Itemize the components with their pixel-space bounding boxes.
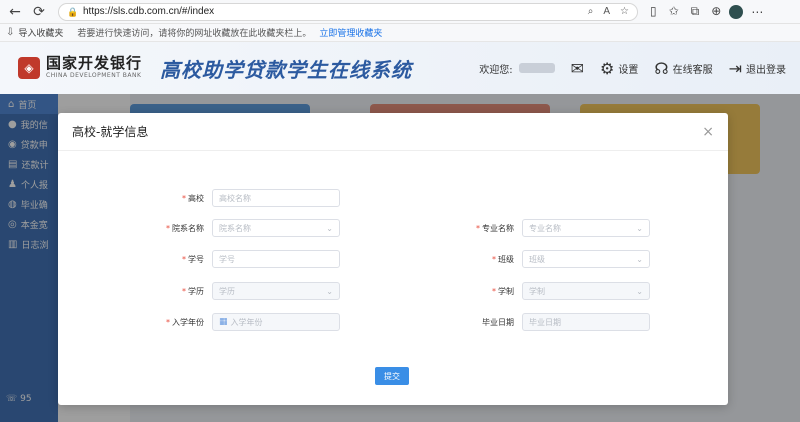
wechat-icon [515,375,533,393]
address-bar[interactable]: 🔒 https://sls.cdb.com.cn/#/index ⌕ A ☆ [58,2,638,21]
bank-name-cn: 国家开发银行 [46,54,143,73]
school-input[interactable]: 高校名称 [212,189,340,207]
favorites-icon[interactable]: ✩ [669,4,679,19]
chevron-down-icon: ⌄ [326,286,333,296]
class-select[interactable]: 班级 ⌄ [522,250,650,268]
major-label: * 专业名称 [476,223,514,233]
logout-button[interactable]: ⇥ 退出登录 [729,59,786,78]
watermark-line1: 公众号 · 洛阳市教育局 [539,376,699,395]
collections-icon[interactable]: ⧉ [691,4,700,19]
logout-label: 退出登录 [746,64,786,76]
chevron-down-icon: ⌄ [326,223,333,233]
favorite-star-icon[interactable]: ☆ [620,6,629,17]
browser-toolbar: ← ⟳ 🔒 https://sls.cdb.com.cn/#/index ⌕ A… [0,0,800,24]
watermark: 公众号 · 洛阳市教育局 zizhu [515,372,699,407]
bookmark-hint: 若要进行快速访问，请将你的网址收藏放在此收藏夹栏上。 [77,29,312,39]
major-select[interactable]: 专业名称 ⌄ [522,219,650,237]
bookmark-bar: ⇩ 导入收藏夹 若要进行快速访问，请将你的网址收藏放在此收藏夹栏上。 立即管理收… [0,24,800,42]
education-label: * 学历 [182,286,204,296]
dialog-title: 高校-就学信息 [72,125,149,139]
gear-icon: ⚙ [600,58,615,78]
class-label: * 班级 [492,254,514,264]
bank-logo-icon: ◈ [18,56,40,79]
refresh-icon[interactable]: ⟳ [30,3,48,21]
form-row-major: * 专业名称 专业名称 ⌄ [424,219,650,237]
app-header: ◈ 国家开发银行 CHINA DEVELOPMENT BANK 高校助学贷款学生… [0,42,800,94]
watermark-line2: zizhu [625,388,667,407]
lock-icon: 🔒 [67,6,79,17]
form-row-class: * 班级 班级 ⌄ [424,250,650,268]
welcome-label: 欢迎您: [479,64,513,76]
education-select[interactable]: 学历 ⌄ [212,282,340,300]
school-info-dialog: 高校-就学信息 × * 高校 高校名称 * 院系名称 院系名称 ⌄ * 专业名称 专业… [58,113,728,405]
customer-service-label: 在线客服 [672,64,713,76]
enroll-year-picker[interactable]: ▦ 入学年份 [212,313,340,331]
chevron-down-icon: ⌄ [636,286,643,296]
student-id-label: * 学号 [182,254,204,264]
back-icon[interactable]: ← [6,3,24,21]
chevron-down-icon: ⌄ [636,254,643,264]
form-row-duration: * 学制 学制 ⌄ [424,282,650,300]
user-name-blurred [518,63,555,73]
settings-button[interactable]: ⚙ 设置 [600,59,638,78]
form-row-education: * 学历 学历 ⌄ [58,282,340,300]
duration-select[interactable]: 学制 ⌄ [522,282,650,300]
form-row-department: * 院系名称 院系名称 ⌄ [58,219,340,237]
welcome-user: 欢迎您: [479,61,555,76]
import-icon: ⇩ [6,27,15,38]
form-row-student-id: * 学号 学号 [58,250,340,268]
customer-service-button[interactable]: ☊ 在线客服 [654,59,712,78]
import-favorites-link[interactable]: 导入收藏夹 [18,26,63,39]
duration-label: * 学制 [492,286,514,296]
department-label: * 院系名称 [166,223,204,233]
manage-favorites-link[interactable]: 立即管理收藏夹 [319,26,382,39]
form-row-school: * 高校 高校名称 [58,189,340,207]
calendar-icon: ▦ [219,317,228,327]
grad-date-picker[interactable]: 毕业日期 [522,313,650,331]
profile-avatar[interactable] [729,4,744,19]
logout-icon: ⇥ [728,58,742,78]
submit-button[interactable]: 提交 [375,367,409,385]
extensions-icon[interactable]: ⊕ [711,4,721,19]
read-aloud-icon[interactable]: A [603,6,610,17]
grad-date-label: 毕业日期 [482,317,514,327]
chevron-down-icon: ⌄ [636,223,643,233]
mail-icon[interactable]: ✉ [571,59,584,78]
department-select[interactable]: 院系名称 ⌄ [212,219,340,237]
form-row-grad-date: 毕业日期 毕业日期 [424,313,650,331]
school-label: * 高校 [182,193,204,203]
enroll-year-label: * 入学年份 [166,317,204,327]
bank-logo: ◈ 国家开发银行 CHINA DEVELOPMENT BANK [18,56,142,79]
bank-name-en: CHINA DEVELOPMENT BANK [46,72,142,80]
close-icon[interactable]: × [702,124,714,140]
system-title: 高校助学贷款学生在线系统 [160,57,413,82]
search-icon[interactable]: ⌕ [588,6,594,17]
split-screen-icon[interactable]: ▯ [650,4,657,19]
url-text: https://sls.cdb.com.cn/#/index [83,6,215,17]
form-row-enroll-year: * 入学年份 ▦ 入学年份 [58,313,340,331]
dialog-header: 高校-就学信息 × [58,113,728,151]
more-menu-icon[interactable]: ⋯ [751,5,763,19]
headset-icon: ☊ [654,58,669,78]
settings-label: 设置 [618,64,639,76]
student-id-input[interactable]: 学号 [212,250,340,268]
